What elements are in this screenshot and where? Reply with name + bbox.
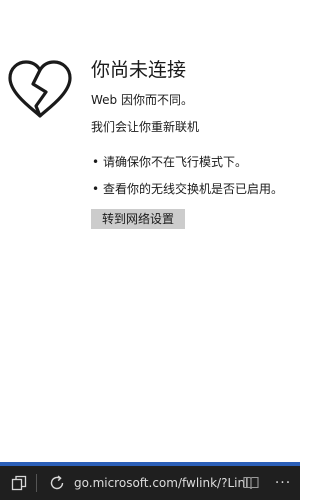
reading-view-icon — [243, 476, 259, 490]
list-item-text: 请确保你不在飞行模式下。 — [103, 155, 248, 169]
address-bar: go.microsoft.com/fwlink/?LinI ··· — [0, 462, 300, 500]
refresh-button[interactable] — [44, 466, 70, 500]
network-settings-button[interactable]: 转到网络设置 — [91, 209, 186, 229]
toolbar-divider — [36, 474, 37, 492]
troubleshoot-list: • 请确保你不在飞行模式下。 • 查看你的无线交换机是否已启用。 — [91, 153, 286, 198]
list-item-text: 查看你的无线交换机是否已启用。 — [103, 182, 284, 196]
tabs-icon — [11, 475, 27, 491]
list-item: • 请确保你不在飞行模式下。 — [91, 153, 286, 171]
more-icon: ··· — [274, 475, 292, 491]
error-subtitle: Web 因你而不同。 — [91, 93, 193, 107]
error-page: 你尚未连接 Web 因你而不同。 我们会让你重新联机 • 请确保你不在飞行模式下… — [0, 0, 300, 462]
more-button[interactable]: ··· — [270, 466, 296, 500]
page-title: 你尚未连接 — [91, 59, 187, 81]
reconnect-hint: 我们会让你重新联机 — [91, 120, 200, 134]
error-content: 你尚未连接 Web 因你而不同。 我们会让你重新联机 • 请确保你不在飞行模式下… — [91, 57, 286, 229]
refresh-icon — [50, 475, 64, 490]
bullet-dot: • — [92, 182, 100, 196]
reading-view-button[interactable] — [240, 466, 262, 500]
url-field[interactable]: go.microsoft.com/fwlink/?LinI — [74, 466, 254, 500]
tabs-button[interactable] — [6, 466, 32, 500]
list-item: • 查看你的无线交换机是否已启用。 — [91, 180, 286, 198]
bullet-dot: • — [92, 155, 100, 169]
broken-heart-icon — [8, 60, 72, 118]
